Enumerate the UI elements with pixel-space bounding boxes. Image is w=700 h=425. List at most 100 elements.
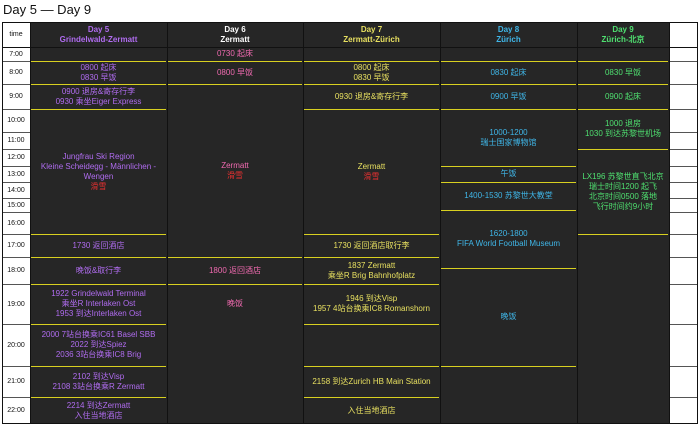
day6-header: Day 6 Zermatt	[167, 22, 303, 47]
day5-jungfrau-ski-line: Wengen	[83, 171, 114, 181]
day9-header-day: Day 9	[612, 24, 634, 34]
time-label: 18:00	[2, 257, 30, 284]
header-bottom-line	[2, 47, 698, 48]
right-time-header	[669, 22, 698, 47]
time-separator-line	[669, 149, 698, 150]
day5-arrive-zermatt: 2214 到达Zermatt 入住当地酒店	[30, 397, 167, 424]
day9-header-route: Zürich-北京	[601, 34, 645, 44]
day5-arrive-zermatt-line: 2214 到达Zermatt	[66, 400, 131, 410]
day8-dinner: 晚饭	[500, 311, 517, 321]
day7-return-hotel: 1730 返回酒店取行李	[333, 240, 410, 250]
right-time-label	[669, 182, 698, 198]
right-time-label	[669, 212, 698, 234]
event-separator-line	[441, 182, 576, 183]
time-separator-line	[669, 257, 698, 258]
day8-fifa-museum: 1620-1800 FIFA World Football Museum	[440, 210, 577, 268]
column-divider	[440, 22, 441, 424]
day8-header-route: Zürich	[496, 34, 521, 44]
day5-wakeup-breakfast-line: 0830 早饭	[80, 72, 117, 82]
day5-train-interlaken: 1922 Grindelwald Terminal 乘坐R Interlaken …	[30, 284, 167, 324]
day9-flight-lx196-line: 北京时间0500 落地	[588, 191, 658, 201]
day5-train-spiez-line: 2022 到达Spiez	[70, 340, 127, 349]
day9-flight-lx196: LX196 苏黎世直飞北京 瑞士时间1200 起飞 北京时间0500 落地 飞行时间约…	[577, 149, 669, 234]
day7-train-brig-line: 乘坐R Brig Bahnhofplatz	[327, 270, 416, 280]
day9-wakeup: 0900 起床	[604, 91, 642, 101]
event-separator-line	[578, 109, 668, 110]
event-separator-line	[578, 61, 668, 62]
time-label: 15:00	[2, 198, 30, 212]
event-separator-line	[31, 366, 166, 367]
day5-dinner-luggage: 晚饭&取行李	[75, 265, 122, 275]
column-divider	[2, 22, 3, 424]
day5-arrive-zermatt-line: 入住当地酒店	[74, 410, 123, 420]
time-separator-line	[2, 166, 30, 167]
right-time-label	[669, 257, 698, 284]
day5-train-spiez-line: 2036 3站台换乘IC8 Brig	[55, 350, 142, 359]
day7-train-visp-line: 1946 到达Visp	[345, 294, 398, 303]
time-separator-line	[669, 284, 698, 285]
day7-arrive-zurich: 2158 到达Zurich HB Main Station	[312, 376, 431, 386]
day5-train-visp-line: 2102 到达Visp	[72, 371, 125, 381]
event-separator-line	[441, 84, 576, 85]
day7-wakeup-breakfast: 0800 起床 0830 早饭	[303, 61, 440, 84]
right-time-label	[669, 284, 698, 324]
time-separator-line	[669, 84, 698, 85]
event-separator-line	[578, 149, 668, 150]
day8-fifa-museum-line: 1620-1800	[489, 228, 528, 238]
day5-jungfrau-ski: Jungfrau Ski Region Kleine Scheidegg - Mä…	[30, 109, 167, 234]
event-separator-line	[168, 284, 302, 285]
day8-header-day: Day 8	[497, 24, 520, 34]
right-time-label	[669, 366, 698, 397]
day6-header-day: Day 6	[224, 24, 246, 34]
right-time-label	[669, 61, 698, 84]
day8-header: Day 8 Zürich	[440, 22, 577, 47]
right-time-label	[669, 198, 698, 212]
time-separator-line	[2, 109, 30, 110]
day5-jungfrau-ski-line: 滑雪	[90, 181, 107, 191]
time-separator-line	[2, 212, 30, 213]
day6-return-hotel: 1800 返回酒店	[208, 265, 262, 275]
day7-zermatt-ski-line: Zermatt	[357, 161, 386, 171]
event-separator-line	[578, 234, 668, 235]
event-separator-line	[441, 166, 576, 167]
event-separator-line	[304, 366, 439, 367]
day7-wakeup-breakfast-line: 0830 早饭	[353, 72, 390, 82]
day9-checkout-airport-line: 1030 到达苏黎世机场	[584, 129, 662, 138]
day5-checkout: 0900 退房&寄存行李 0930 乘坐Eiger Express	[30, 84, 167, 109]
time-separator-line	[2, 397, 30, 398]
time-label: 17:00	[2, 234, 30, 257]
right-time-label	[669, 397, 698, 424]
day9-flight-lx196-line: 飞行时间约9小时	[592, 201, 654, 211]
day9-flight-lx196-line: LX196 苏黎世直飞北京	[582, 171, 664, 181]
day9-header: Day 9 Zürich-北京	[577, 22, 669, 47]
time-separator-line	[669, 182, 698, 183]
event-separator-line	[441, 209, 576, 211]
time-separator-line	[669, 234, 698, 235]
day7-train-brig-line: 1837 Zermatt	[347, 260, 396, 270]
event-separator-line	[31, 397, 166, 398]
time-label: 10:00	[2, 109, 30, 132]
event-separator-line	[441, 366, 576, 367]
right-time-label	[669, 166, 698, 182]
event-separator-line	[304, 84, 439, 85]
day5-train-interlaken-line: 1922 Grindelwald Terminal	[51, 289, 146, 298]
day6-zermatt-ski: Zermatt 滑雪	[167, 84, 303, 257]
event-separator-line	[304, 109, 439, 110]
time-separator-line	[2, 61, 30, 62]
time-label: 11:00	[2, 132, 30, 149]
right-time-label	[669, 132, 698, 149]
day8-grossmunster: 1400-1530 苏黎世大教堂	[464, 190, 553, 200]
time-separator-line	[669, 366, 698, 367]
event-separator-line	[441, 267, 576, 269]
day6-breakfast: 0800 早饭	[216, 67, 254, 77]
day5-jungfrau-ski-line: Kleine Scheidegg - Männlichen -	[40, 161, 157, 171]
day5-return-hotel: 1730 返回酒店	[72, 240, 125, 250]
time-separator-line	[669, 324, 698, 325]
day5-header: Day 5 Grindelwald-Zermatt	[30, 22, 167, 47]
day5-wakeup-breakfast-line: 0800 起床	[80, 62, 117, 72]
day7-zermatt-ski-line: 滑雪	[363, 171, 380, 181]
day7-zermatt-ski: Zermatt 滑雪	[303, 109, 440, 234]
day8-national-museum-line: 瑞士国家博物馆	[480, 137, 537, 147]
time-separator-line	[2, 324, 30, 325]
day9-breakfast: 0830 早饭	[604, 67, 642, 77]
